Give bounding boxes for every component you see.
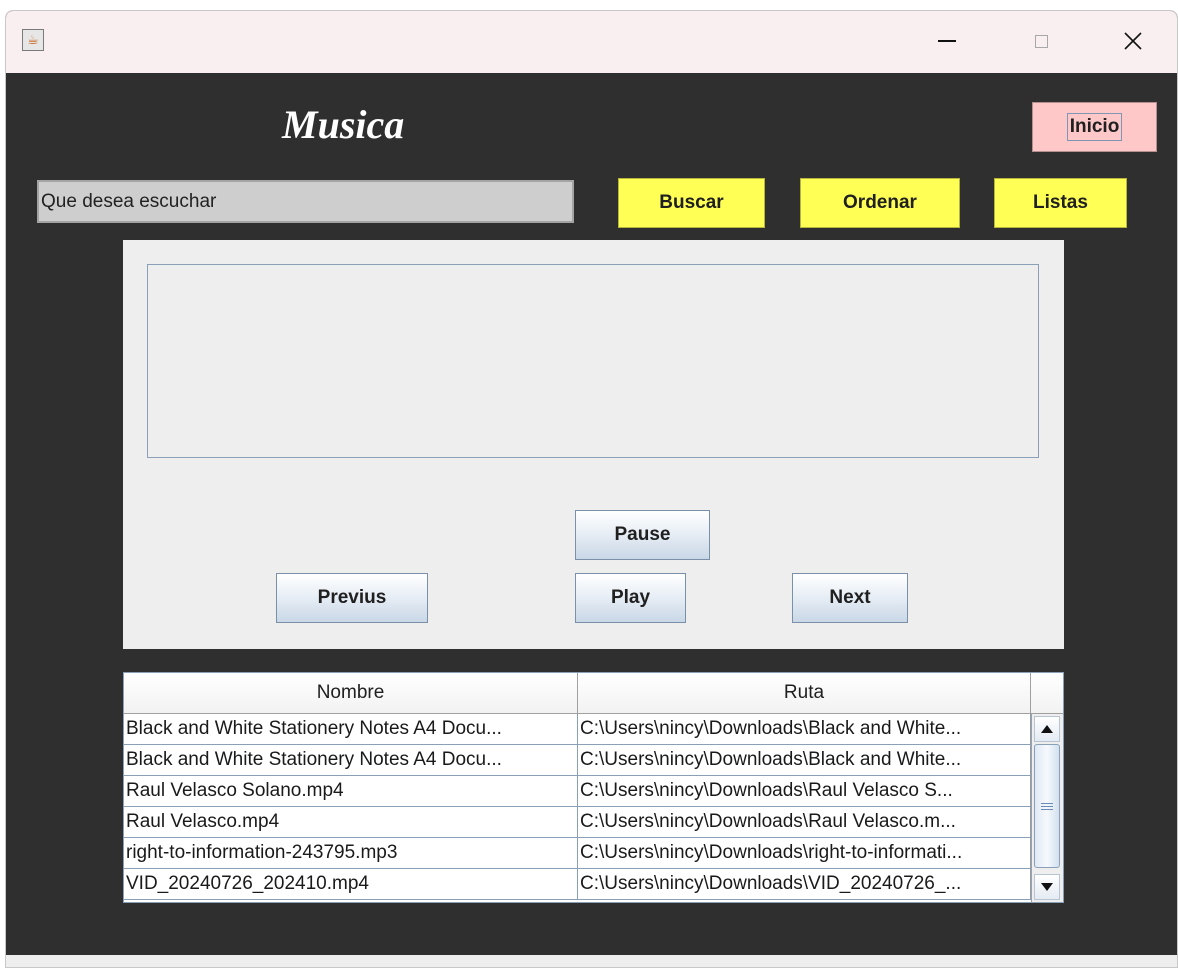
java-cup-icon[interactable]: ☕ xyxy=(22,29,44,51)
table-header-corner xyxy=(1031,673,1063,713)
inicio-button[interactable]: Inicio xyxy=(1032,102,1157,152)
table-row[interactable]: Black and White Stationery Notes A4 Docu… xyxy=(124,745,1031,776)
status-strip xyxy=(6,955,1177,967)
cell-nombre[interactable]: Black and White Stationery Notes A4 Docu… xyxy=(124,714,578,745)
app-window: ☕ Musica Inicio Buscar Ordenar Listas Pa… xyxy=(5,10,1178,968)
cell-ruta[interactable]: C:\Users\nincy\Downloads\Raul Velasco S.… xyxy=(578,776,1031,807)
media-display-area xyxy=(147,264,1039,458)
maximize-icon xyxy=(1034,34,1048,48)
title-bar: ☕ xyxy=(6,11,1177,73)
table-row[interactable]: Black and White Stationery Notes A4 Docu… xyxy=(124,714,1031,745)
table-row[interactable]: right-to-information-243795.mp3 C:\Users… xyxy=(124,838,1031,869)
previous-button[interactable]: Previus xyxy=(276,573,428,623)
cell-nombre[interactable]: Raul Velasco Solano.mp4 xyxy=(124,776,578,807)
next-button[interactable]: Next xyxy=(792,573,908,623)
table-row[interactable]: Raul Velasco Solano.mp4 C:\Users\nincy\D… xyxy=(124,776,1031,807)
scroll-thumb[interactable] xyxy=(1034,744,1060,868)
table-row[interactable]: VID_20240726_202410.mp4 C:\Users\nincy\D… xyxy=(124,869,1031,900)
cell-ruta[interactable]: C:\Users\nincy\Downloads\VID_20240726_..… xyxy=(578,869,1031,900)
cell-ruta[interactable]: C:\Users\nincy\Downloads\right-to-inform… xyxy=(578,838,1031,869)
arrow-down-icon xyxy=(1041,883,1053,891)
scroll-down-button[interactable] xyxy=(1034,874,1060,900)
cell-ruta[interactable]: C:\Users\nincy\Downloads\Raul Velasco.m.… xyxy=(578,807,1031,838)
play-button[interactable]: Play xyxy=(575,573,686,623)
listas-button[interactable]: Listas xyxy=(994,178,1127,228)
table-body: Black and White Stationery Notes A4 Docu… xyxy=(124,714,1031,900)
scroll-up-button[interactable] xyxy=(1034,716,1060,742)
page-title: Musica xyxy=(282,102,405,147)
close-button[interactable] xyxy=(1110,21,1156,61)
minimize-icon xyxy=(938,40,956,42)
table-header: Nombre Ruta xyxy=(124,673,1063,714)
cell-ruta[interactable]: C:\Users\nincy\Downloads\Black and White… xyxy=(578,745,1031,776)
player-panel: Pause Previus Play Next xyxy=(123,240,1064,649)
songs-table: Nombre Ruta Black and White Stationery N… xyxy=(123,672,1064,903)
cell-nombre[interactable]: VID_20240726_202410.mp4 xyxy=(124,869,578,900)
minimize-button[interactable] xyxy=(924,21,970,61)
column-header-ruta[interactable]: Ruta xyxy=(578,673,1031,713)
cell-nombre[interactable]: Black and White Stationery Notes A4 Docu… xyxy=(124,745,578,776)
cell-nombre[interactable]: right-to-information-243795.mp3 xyxy=(124,838,578,869)
buscar-button[interactable]: Buscar xyxy=(618,178,765,228)
column-header-nombre[interactable]: Nombre xyxy=(124,673,578,713)
cell-ruta[interactable]: C:\Users\nincy\Downloads\Black and White… xyxy=(578,714,1031,745)
close-icon xyxy=(1124,32,1142,50)
cell-nombre[interactable]: Raul Velasco.mp4 xyxy=(124,807,578,838)
search-input[interactable] xyxy=(37,180,574,223)
ordenar-button[interactable]: Ordenar xyxy=(800,178,960,228)
pause-button[interactable]: Pause xyxy=(575,510,710,560)
table-row[interactable]: Raul Velasco.mp4 C:\Users\nincy\Download… xyxy=(124,807,1031,838)
inicio-button-label: Inicio xyxy=(1066,113,1123,141)
arrow-up-icon xyxy=(1041,725,1053,733)
table-scrollbar[interactable] xyxy=(1031,714,1063,902)
grip-icon xyxy=(1041,802,1053,810)
maximize-button[interactable] xyxy=(1018,21,1064,61)
